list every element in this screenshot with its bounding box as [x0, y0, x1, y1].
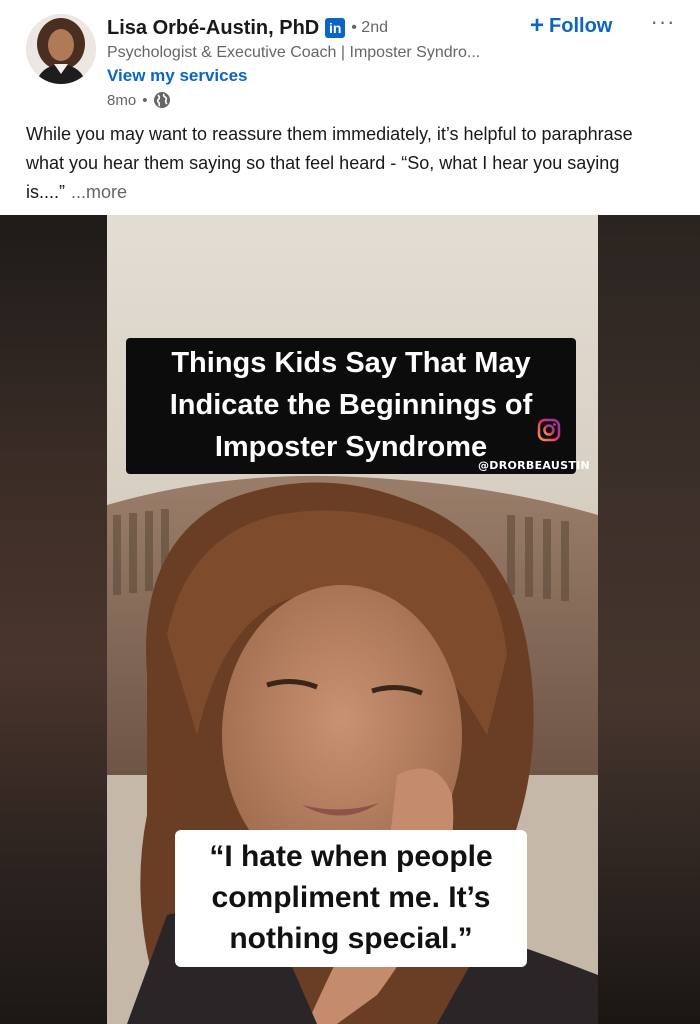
see-more-link[interactable]: ...more: [71, 182, 127, 202]
feed-post: Lisa Orbé-Austin, PhD in • 2nd Psycholog…: [0, 0, 700, 1024]
meta-separator: •: [142, 91, 148, 109]
author-name[interactable]: Lisa Orbé-Austin, PhD: [107, 17, 319, 40]
video-player[interactable]: Things Kids Say That May Indicate the Be…: [0, 215, 700, 1024]
author-avatar[interactable]: [26, 14, 96, 84]
plus-icon: +: [530, 12, 545, 39]
connection-degree: • 2nd: [351, 19, 388, 36]
video-title-caption: Things Kids Say That May Indicate the Be…: [126, 338, 576, 474]
avatar-image: [26, 14, 96, 84]
follow-button[interactable]: + Follow: [530, 12, 612, 40]
video-blur-right: [598, 215, 700, 1024]
music-credit: Lola Young: [474, 476, 524, 487]
instagram-icon: [537, 418, 561, 442]
follow-label: Follow: [549, 14, 613, 37]
view-services-link[interactable]: View my services: [107, 66, 248, 86]
video-quote-caption: “I hate when people compliment me. It’s …: [175, 830, 527, 967]
linkedin-badge-icon: in: [325, 18, 346, 38]
post-header: Lisa Orbé-Austin, PhD in • 2nd Psycholog…: [0, 0, 700, 118]
creator-handle: @DRORBEAUSTIN: [478, 459, 591, 472]
post-time: 8mo: [107, 91, 137, 109]
post-meta: 8mo •: [107, 90, 171, 110]
author-headline: Psychologist & Executive Coach | Imposte…: [107, 44, 481, 61]
author-line: Lisa Orbé-Austin, PhD in • 2nd: [107, 14, 388, 42]
video-blur-left: [0, 215, 107, 1024]
globe-icon: [153, 91, 171, 109]
more-options-icon[interactable]: ···: [650, 11, 676, 34]
post-text: While you may want to reassure them imme…: [26, 120, 674, 207]
